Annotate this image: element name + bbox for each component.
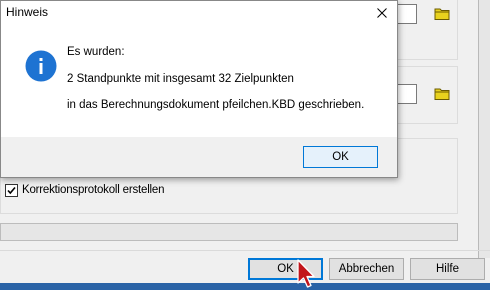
message-box: Hinweis Es wurden: 2 Standpunkte mit ins… [0, 0, 398, 178]
folder-icon[interactable] [434, 6, 450, 21]
cancel-button[interactable]: Abbrechen [329, 258, 404, 280]
message-line: 2 Standpunkte mit insgesamt 32 Zielpunkt… [67, 73, 294, 85]
message-line: in das Berechnungsdokument pfeilchen.KBD… [67, 99, 365, 111]
divider [0, 250, 490, 251]
message-box-title-bar[interactable]: Hinweis [1, 1, 397, 25]
mouse-cursor-icon [295, 259, 317, 290]
help-button[interactable]: Hilfe [410, 258, 485, 280]
message-ok-button[interactable]: OK [303, 146, 378, 168]
correction-log-option[interactable]: Korrektionsprotokoll erstellen [5, 182, 164, 198]
message-body: Es wurden: 2 Standpunkte mit insgesamt 3… [1, 25, 397, 137]
message-box-footer: OK [1, 137, 397, 177]
folder-icon[interactable] [434, 86, 450, 101]
background-window-strip [0, 283, 490, 290]
info-icon [25, 50, 57, 82]
correction-log-checkbox[interactable] [5, 183, 18, 197]
window-edge-strip [479, 0, 490, 258]
correction-log-label: Korrektionsprotokoll erstellen [22, 184, 165, 196]
progress-bar [0, 223, 458, 241]
message-line: Es wurden: [67, 46, 125, 58]
message-box-title: Hinweis [6, 5, 49, 19]
close-icon[interactable] [367, 1, 397, 24]
